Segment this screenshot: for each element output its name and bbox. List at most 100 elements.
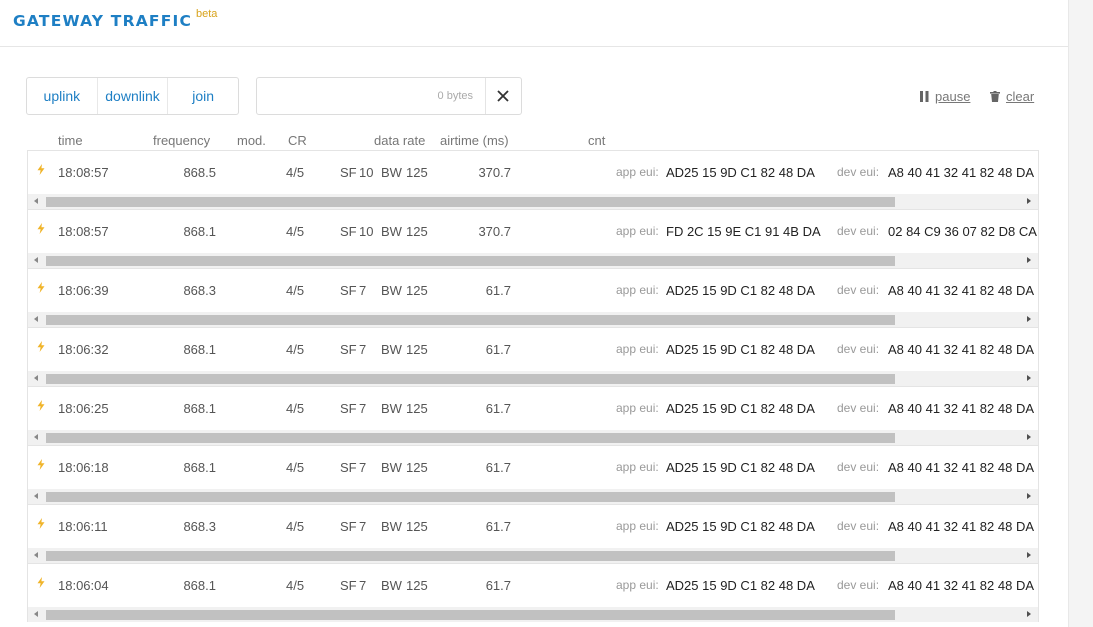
traffic-row[interactable]: 18:06:04 868.1 4/5 SF 7 BW 125 61.7 app eui: AD25… <box>27 563 1039 607</box>
row-horizontal-scrollbar[interactable] <box>27 548 1039 563</box>
row-sf-label: SF <box>340 165 357 180</box>
row-dev-eui-value: A8 40 41 32 41 82 48 DA <box>888 165 1035 180</box>
scroll-right-arrow[interactable] <box>1027 316 1031 322</box>
traffic-row[interactable]: 18:08:57 868.5 4/5 SF 10 BW 125 370.7 app eui: AD… <box>27 150 1039 194</box>
clear-search-button[interactable] <box>485 78 521 114</box>
row-horizontal-scrollbar[interactable] <box>27 312 1039 327</box>
row-bw-value: 125 <box>406 342 428 357</box>
filter-join-button[interactable]: join <box>168 78 238 114</box>
row-bw-label: BW <box>381 460 402 475</box>
scrollbar-thumb[interactable] <box>46 315 895 325</box>
traffic-row[interactable]: 18:06:32 868.1 4/5 SF 7 BW 125 61.7 app eui: AD25… <box>27 327 1039 371</box>
bytes-counter: 0 bytes <box>437 90 473 102</box>
row-airtime: 61.7 <box>485 342 511 357</box>
lightning-icon <box>37 400 45 411</box>
clear-button[interactable]: clear <box>990 89 1034 104</box>
lightning-icon <box>37 341 45 352</box>
row-app-eui-value: AD25 15 9D C1 82 48 DA <box>666 342 815 357</box>
row-app-eui-value: AD25 15 9D C1 82 48 DA <box>666 401 815 416</box>
scroll-right-arrow[interactable] <box>1027 257 1031 263</box>
row-horizontal-scrollbar[interactable] <box>27 371 1039 386</box>
row-dev-eui-value: A8 40 41 32 41 82 48 DA <box>888 283 1035 298</box>
scrollbar-thumb[interactable] <box>46 610 895 620</box>
pause-button[interactable]: pause <box>920 89 970 104</box>
row-dev-eui-label: dev eui: <box>837 460 880 474</box>
row-dev-eui-label: dev eui: <box>837 342 880 356</box>
row-frequency: 868.5 <box>183 165 216 180</box>
row-sf-value: 7 <box>359 342 367 357</box>
row-dev-eui-label: dev eui: <box>837 283 880 297</box>
trash-icon <box>990 91 1000 102</box>
row-app-eui-label: app eui: <box>616 165 659 179</box>
scroll-right-arrow[interactable] <box>1027 493 1031 499</box>
traffic-row[interactable]: 18:06:11 868.3 4/5 SF 7 BW 125 61.7 app eui: AD25… <box>27 504 1039 548</box>
scroll-left-arrow[interactable] <box>34 316 38 322</box>
row-airtime: 61.7 <box>485 460 511 475</box>
row-bw-value: 125 <box>406 283 428 298</box>
row-bw-value: 125 <box>406 165 428 180</box>
row-frequency: 868.1 <box>183 460 216 475</box>
row-bw-label: BW <box>381 519 402 534</box>
scroll-right-arrow[interactable] <box>1027 434 1031 440</box>
traffic-row[interactable]: 18:08:57 868.1 4/5 SF 10 BW 125 370.7 app eui: FD… <box>27 209 1039 253</box>
filter-uplink-button[interactable]: uplink <box>27 78 98 114</box>
row-sf-value: 10 <box>359 165 374 180</box>
row-horizontal-scrollbar[interactable] <box>27 430 1039 445</box>
lightning-icon <box>37 577 45 588</box>
row-cr: 4/5 <box>286 342 305 357</box>
lightning-icon <box>37 518 45 529</box>
row-sf-label: SF <box>340 342 357 357</box>
row-bw-label: BW <box>381 342 402 357</box>
row-dev-eui-value: A8 40 41 32 41 82 48 DA <box>888 460 1035 475</box>
scrollbar-thumb[interactable] <box>46 433 895 443</box>
scroll-right-arrow[interactable] <box>1027 198 1031 204</box>
column-header-cnt: cnt <box>588 133 606 148</box>
column-header-cr: CR <box>288 133 307 148</box>
filter-downlink-button[interactable]: downlink <box>98 78 169 114</box>
column-header-frequency: frequency <box>153 133 211 148</box>
row-dev-eui-label: dev eui: <box>837 165 880 179</box>
scrollbar-thumb[interactable] <box>46 551 895 561</box>
row-dev-eui-value: 02 84 C9 36 07 82 D8 CA <box>888 224 1037 239</box>
row-sf-value: 10 <box>359 224 374 239</box>
scroll-right-arrow[interactable] <box>1027 375 1031 381</box>
row-bw-value: 125 <box>406 401 428 416</box>
column-header-airtime: airtime (ms) <box>440 133 509 148</box>
scrollbar-thumb[interactable] <box>46 197 895 207</box>
scroll-left-arrow[interactable] <box>34 434 38 440</box>
row-horizontal-scrollbar[interactable] <box>27 607 1039 622</box>
row-horizontal-scrollbar[interactable] <box>27 253 1039 268</box>
scroll-right-arrow[interactable] <box>1027 552 1031 558</box>
beta-badge: beta <box>196 8 218 20</box>
row-bw-label: BW <box>381 165 402 180</box>
row-frequency: 868.3 <box>183 519 216 534</box>
scroll-right-arrow[interactable] <box>1027 611 1031 617</box>
scrollbar-thumb[interactable] <box>46 256 895 266</box>
row-cr: 4/5 <box>286 224 305 239</box>
scroll-left-arrow[interactable] <box>34 493 38 499</box>
row-sf-value: 7 <box>359 283 367 298</box>
scroll-left-arrow[interactable] <box>34 257 38 263</box>
row-dev-eui-label: dev eui: <box>837 519 880 533</box>
traffic-row[interactable]: 18:06:39 868.3 4/5 SF 7 BW 125 61.7 app eui: AD25… <box>27 268 1039 312</box>
page-scrollbar[interactable] <box>1068 0 1093 627</box>
traffic-row[interactable]: 18:06:18 868.1 4/5 SF 7 BW 125 61.7 app eui: AD25… <box>27 445 1039 489</box>
row-cr: 4/5 <box>286 401 305 416</box>
row-horizontal-scrollbar[interactable] <box>27 194 1039 209</box>
clear-label: clear <box>1006 89 1035 104</box>
scrollbar-thumb[interactable] <box>46 374 895 384</box>
scroll-left-arrow[interactable] <box>34 552 38 558</box>
scroll-left-arrow[interactable] <box>34 611 38 617</box>
traffic-row[interactable]: 18:06:25 868.1 4/5 SF 7 BW 125 61.7 app eui: AD25… <box>27 386 1039 430</box>
scroll-left-arrow[interactable] <box>34 375 38 381</box>
traffic-list: 18:08:57 868.5 4/5 SF 10 BW 125 370.7 app eui: AD… <box>27 150 1039 622</box>
row-sf-value: 7 <box>359 519 367 534</box>
scrollbar-thumb[interactable] <box>46 492 895 502</box>
row-horizontal-scrollbar[interactable] <box>27 489 1039 504</box>
row-time: 18:08:57 <box>58 224 109 239</box>
scroll-left-arrow[interactable] <box>34 198 38 204</box>
row-cr: 4/5 <box>286 519 305 534</box>
row-app-eui-label: app eui: <box>616 519 659 533</box>
row-cr: 4/5 <box>286 283 305 298</box>
row-app-eui-value: AD25 15 9D C1 82 48 DA <box>666 283 815 298</box>
